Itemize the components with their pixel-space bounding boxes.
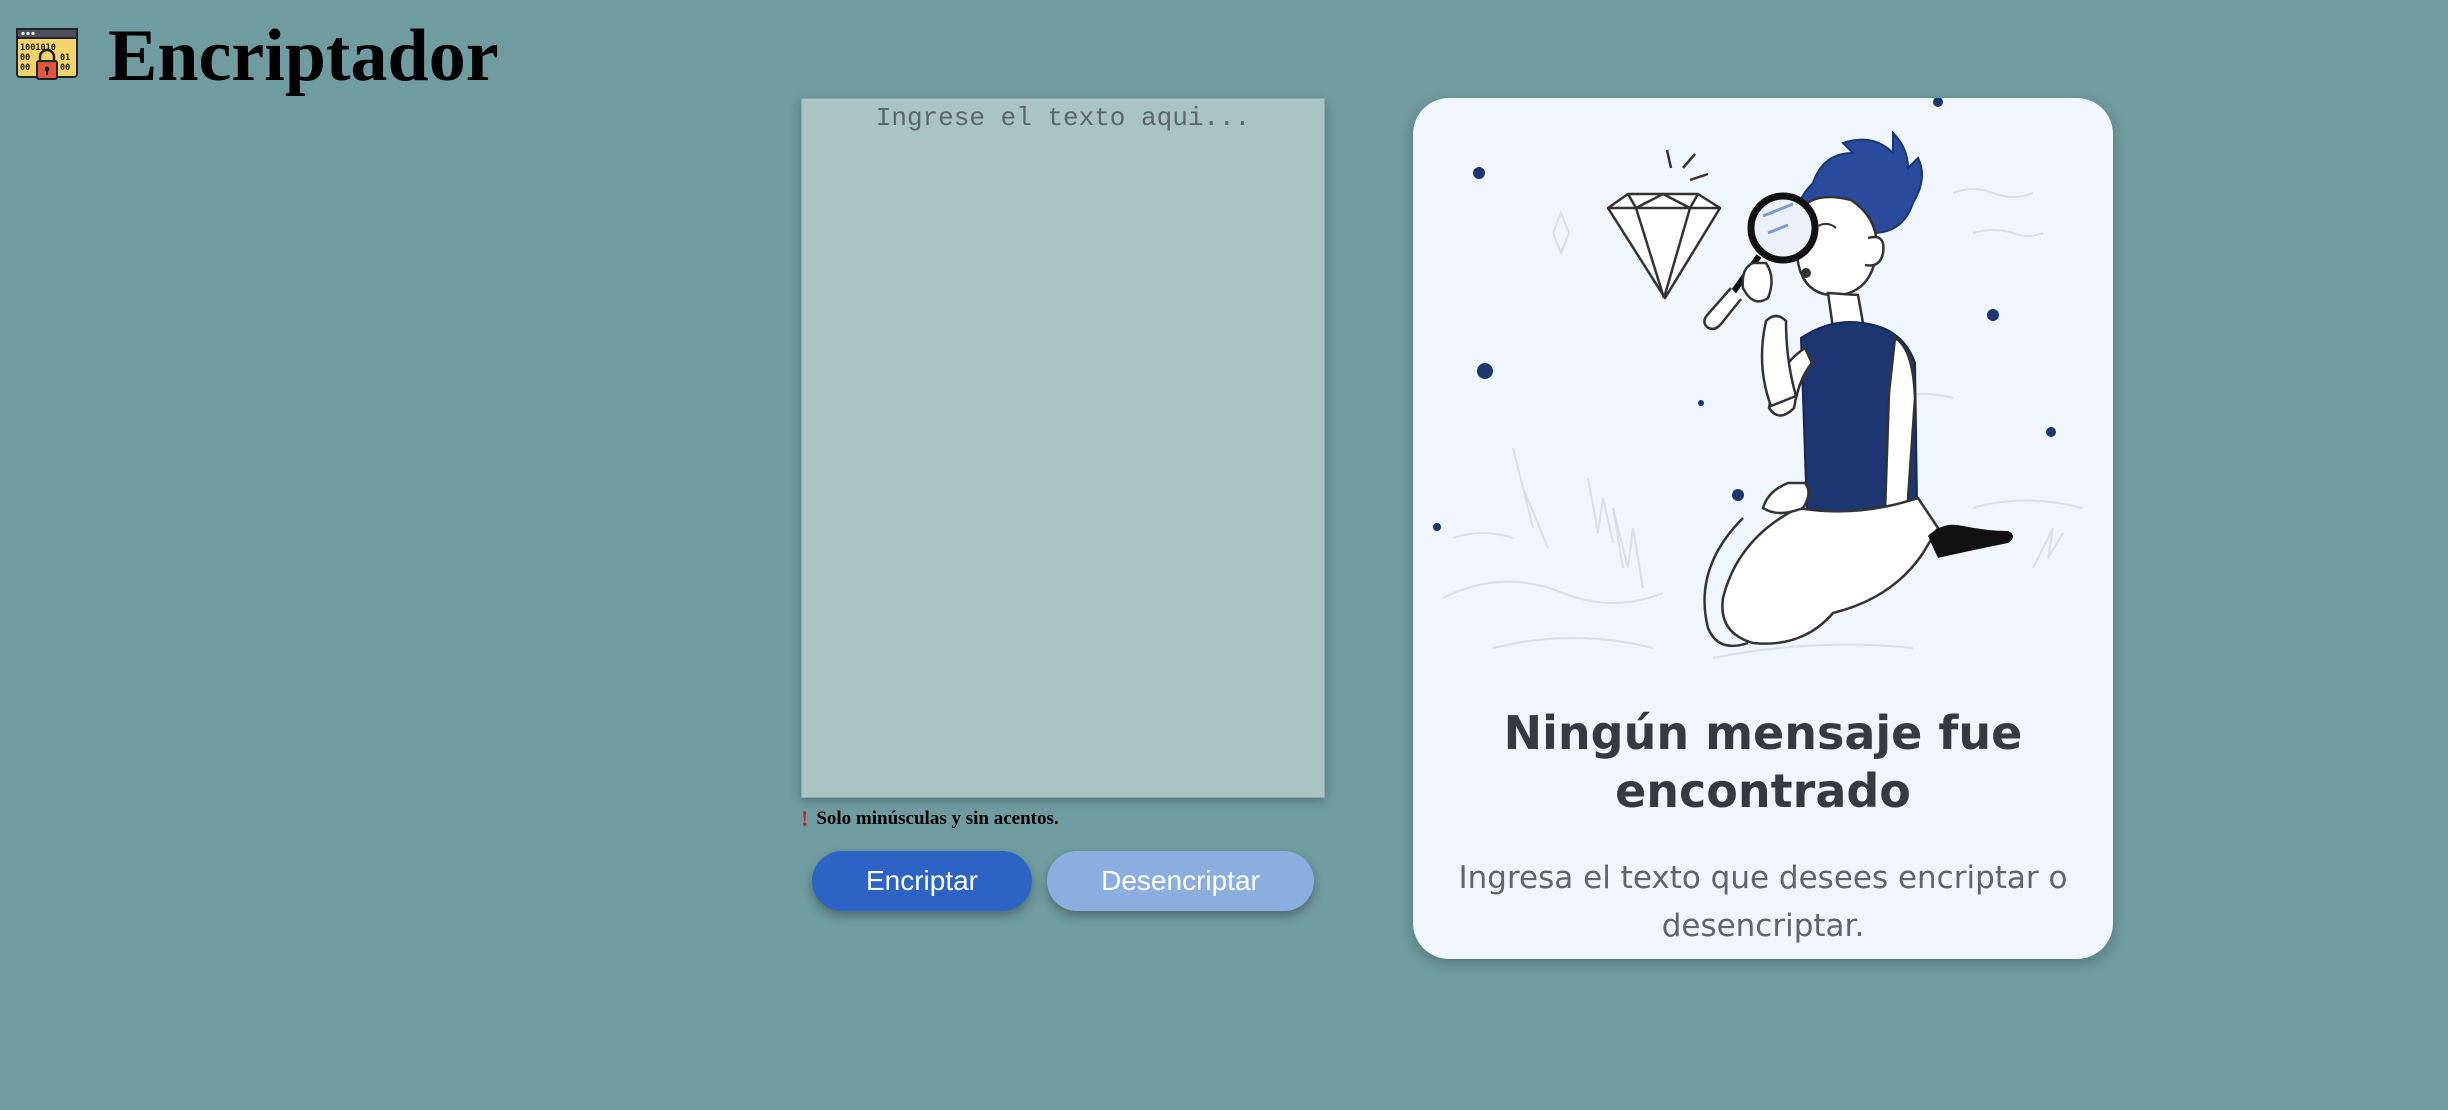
person-with-magnifying-glass-illustration	[1433, 98, 2084, 659]
header: 1001010 00 01 00 00 Encriptador	[16, 14, 499, 98]
hint-text: Solo minúsculas y sin acentos.	[816, 808, 1059, 829]
output-card: Ningún mensaje fue encontrado Ingresa el…	[1413, 98, 2113, 959]
svg-text:00: 00	[60, 63, 70, 73]
svg-text:00: 00	[20, 63, 30, 73]
encrypt-button[interactable]: Encriptar	[812, 851, 1032, 911]
page-title: Encriptador	[108, 15, 499, 97]
text-input[interactable]	[802, 99, 1324, 797]
empty-state-text: Ingresa el texto que desees encriptar o …	[1458, 860, 2068, 944]
empty-state-title: Ningún mensaje fue encontrado	[1503, 706, 2023, 818]
binary-lock-icon: 1001010 00 01 00 00	[16, 28, 78, 80]
input-hint: ! Solo minúsculas y sin acentos.	[801, 806, 1059, 832]
text-input-container	[801, 98, 1325, 798]
exclamation-icon: !	[801, 806, 809, 831]
decrypt-button[interactable]: Desencriptar	[1047, 851, 1314, 911]
svg-text:01: 01	[60, 53, 70, 63]
svg-text:00: 00	[20, 53, 30, 63]
